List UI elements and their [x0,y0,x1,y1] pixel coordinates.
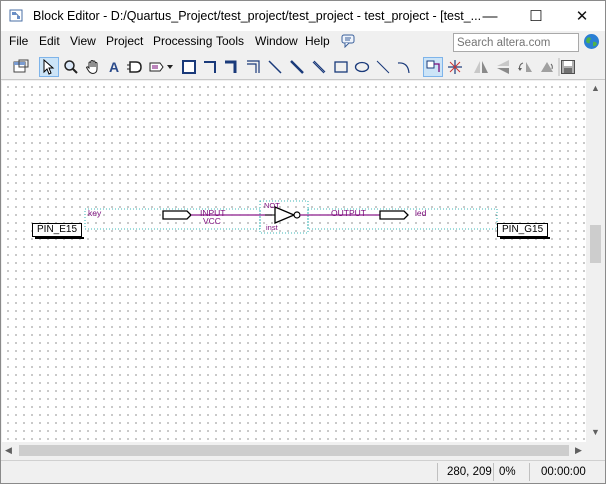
block-editor-toolbar: A [1,54,605,80]
pin-tool-icon[interactable] [147,57,175,77]
menu-help[interactable]: Help [305,34,330,48]
chat-feedback-icon[interactable] [341,34,356,48]
oval-tool-icon[interactable] [352,57,372,77]
menu-processing[interactable]: Processing [153,34,212,48]
menu-view[interactable]: View [70,34,96,48]
input-pin-vcc: VCC [203,216,221,226]
output-pin-type: OUTPUT [331,208,366,218]
rectangle-tool-icon[interactable] [331,57,351,77]
arc-tool-icon[interactable] [394,57,414,77]
scroll-right-icon[interactable]: ▶ [575,445,582,456]
selection-tool-icon[interactable] [39,57,59,77]
scroll-up-icon[interactable]: ▲ [591,83,600,93]
schematic-drawing [84,200,498,234]
orthogonal-node-tool-icon[interactable] [200,57,220,77]
scroll-down-icon[interactable]: ▼ [591,427,600,437]
input-pin-name: key [88,208,102,218]
not-gate-bubble [293,211,301,219]
vertical-scrollbar[interactable]: ▲ ▼ [587,81,604,442]
minimize-button[interactable]: — [467,1,513,31]
menu-window[interactable]: Window [255,34,298,48]
status-separator [493,463,494,481]
input-pin-location[interactable]: PIN_E15 [32,223,85,239]
menu-project[interactable]: Project [106,34,143,48]
save-icon[interactable] [558,57,578,77]
line-tool-icon[interactable] [373,57,393,77]
block-editor-window: Block Editor - D:/Quartus_Project/test_p… [0,0,606,484]
window-title: Block Editor - D:/Quartus_Project/test_p… [33,9,482,23]
rubberbanding-icon[interactable] [423,57,443,77]
gate-instance-label: inst [266,223,278,232]
hand-tool-icon[interactable] [83,57,103,77]
globe-icon[interactable] [583,33,600,50]
title-bar: Block Editor - D:/Quartus_Project/test_p… [1,1,605,31]
elapsed-time: 00:00:00 [541,466,586,478]
menu-edit[interactable]: Edit [39,34,60,48]
menu-tools[interactable]: Tools [216,34,244,48]
close-button[interactable]: ✕ [559,1,605,31]
status-separator [529,463,530,481]
search-input[interactable] [453,33,579,52]
diagonal-conduit-tool-icon[interactable] [309,57,329,77]
diagonal-node-tool-icon[interactable] [265,57,285,77]
output-pin-name: led [415,208,427,218]
cursor-coordinates: 280, 209 [447,466,492,478]
detach-window-icon[interactable] [11,57,31,77]
svg-text:A: A [109,59,119,75]
input-pin-symbol [162,210,192,220]
orthogonal-bus-tool-icon[interactable] [221,57,241,77]
block-editor-app-icon [9,9,23,22]
symbol-tool-icon[interactable] [125,57,145,77]
progress-percent: 0% [499,466,516,478]
status-bar: 280, 209 0% 00:00:00 [1,460,605,483]
partial-line-selection-icon[interactable] [445,57,465,77]
vertical-scroll-thumb[interactable] [590,225,601,263]
orthogonal-conduit-tool-icon[interactable] [243,57,263,77]
output-pin-location[interactable]: PIN_G15 [497,223,551,239]
menu-file[interactable]: File [9,34,28,48]
horizontal-scroll-thumb[interactable] [19,445,569,456]
diagonal-bus-tool-icon[interactable] [287,57,307,77]
status-separator [437,463,438,481]
schematic-canvas[interactable]: key INPUT VCC NOT inst OUTPUT led PIN_E1… [2,81,586,442]
block-tool-icon[interactable] [179,57,199,77]
rotate-left-icon[interactable] [515,57,535,77]
zoom-tool-icon[interactable] [61,57,81,77]
horizontal-scrollbar[interactable]: ◀ ▶ [2,442,587,459]
flip-vertical-icon[interactable] [493,57,513,77]
scroll-corner [587,442,604,459]
text-tool-icon[interactable]: A [104,57,124,77]
output-pin-symbol [379,210,409,220]
scroll-left-icon[interactable]: ◀ [5,445,12,456]
maximize-button[interactable]: ☐ [513,1,559,31]
flip-horizontal-icon[interactable] [471,57,491,77]
gate-type-label: NOT [264,201,280,210]
